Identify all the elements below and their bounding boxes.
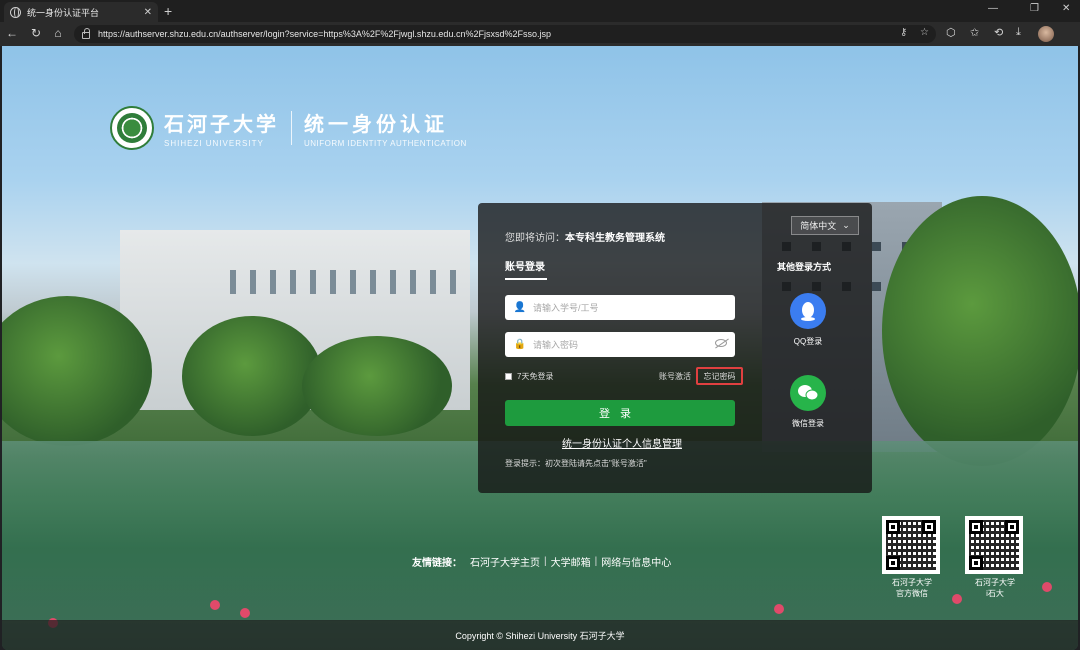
visit-prefix: 您即将访问：: [505, 233, 565, 244]
favorites-icon[interactable]: ✩: [970, 26, 979, 39]
logo-divider: [291, 111, 292, 145]
qr-caption-line1: 石河子大学: [892, 578, 932, 587]
link-university-mail[interactable]: 大学邮箱: [551, 554, 591, 569]
language-select[interactable]: 简体中文 ⌄: [791, 216, 859, 235]
background-tree: [882, 196, 1078, 466]
wechat-login-label: 微信登录: [792, 419, 824, 428]
other-login-title: 其他登录方式: [777, 262, 832, 272]
qr-official-wechat: 石河子大学 官方微信: [882, 516, 942, 599]
system-name-en: UNIFORM IDENTITY AUTHENTICATION: [304, 139, 467, 148]
restore-icon[interactable]: ❐: [1030, 3, 1039, 14]
background-flower: [210, 600, 220, 610]
url-text: https://authserver.shzu.edu.cn/authserve…: [98, 29, 551, 39]
visit-system-name: 本专科生教务管理系统: [565, 233, 665, 244]
extensions-icon[interactable]: ⬡: [946, 26, 956, 39]
refresh-icon[interactable]: ↻: [28, 26, 44, 40]
forgot-password-link[interactable]: 忘记密码: [696, 367, 743, 385]
close-tab-icon[interactable]: ✕: [144, 7, 152, 18]
activate-account-link[interactable]: 账号激活: [659, 371, 691, 382]
close-window-icon[interactable]: ✕: [1062, 3, 1070, 14]
favorite-star-icon[interactable]: ☆: [920, 27, 929, 38]
qr-ishida: 石河子大学 i石大: [965, 516, 1025, 599]
home-icon[interactable]: ⌂: [50, 26, 66, 40]
background-flower: [774, 604, 784, 614]
browser-tab-bar: 统一身份认证平台 ✕ + — ❐ ✕: [0, 0, 1080, 22]
browser-toolbar: ← ↻ ⌂ https://authserver.shzu.edu.cn/aut…: [0, 22, 1080, 46]
remember-checkbox[interactable]: [505, 373, 512, 380]
globe-icon: [10, 6, 21, 18]
chevron-down-icon: ⌄: [842, 220, 850, 230]
language-label: 简体中文: [800, 221, 837, 231]
qr-caption-line2: i石大: [986, 589, 1004, 598]
qr-caption-line2: 官方微信: [896, 589, 928, 598]
qr-code-image: [965, 516, 1023, 574]
friendly-links: 友情链接： 石河子大学主页 | 大学邮箱 | 网络与信息中心: [412, 554, 672, 569]
visit-target: 您即将访问：本专科生教务管理系统: [505, 229, 665, 244]
wechat-icon[interactable]: [790, 375, 826, 411]
username-input[interactable]: [533, 302, 735, 313]
background-flower: [952, 594, 962, 604]
address-bar[interactable]: https://authserver.shzu.edu.cn/authserve…: [74, 25, 936, 43]
browser-tab[interactable]: 统一身份认证平台 ✕: [4, 2, 158, 22]
active-tab-indicator: [505, 278, 547, 280]
copyright-bar: Copyright © Shihezi University 石河子大学: [2, 620, 1078, 650]
login-panel: 简体中文 ⌄ 您即将访问：本专科生教务管理系统 账号登录 👤 🔒 7天免登录 账…: [478, 203, 872, 493]
tab-title: 统一身份认证平台: [27, 7, 100, 18]
lock-icon: [82, 27, 90, 39]
background-tree: [182, 316, 322, 436]
university-name-en: SHIHEZI UNIVERSITY: [164, 139, 264, 148]
background-tree: [302, 336, 452, 436]
password-input[interactable]: [533, 339, 735, 350]
university-seal-icon: [110, 106, 154, 150]
key-icon[interactable]: ⚷: [900, 27, 907, 38]
username-field[interactable]: 👤: [505, 295, 735, 320]
new-tab-button[interactable]: +: [164, 3, 172, 19]
history-icon[interactable]: ⟲: [994, 26, 1003, 39]
user-icon: 👤: [513, 302, 527, 313]
profile-avatar[interactable]: [1038, 26, 1054, 42]
remember-label: 7天免登录: [517, 372, 554, 381]
minimize-icon[interactable]: —: [988, 3, 998, 14]
eye-off-icon[interactable]: [715, 339, 727, 347]
login-button[interactable]: 登录: [505, 400, 735, 426]
qr-caption-line1: 石河子大学: [975, 578, 1015, 587]
system-name-cn: 统一身份认证: [304, 114, 448, 136]
link-network-center[interactable]: 网络与信息中心: [601, 554, 671, 569]
tab-account-login[interactable]: 账号登录: [505, 258, 545, 273]
qq-icon[interactable]: [790, 293, 826, 329]
background-flower: [1042, 582, 1052, 592]
qq-login-label: QQ登录: [793, 337, 823, 346]
university-logo: 石河子大学 SHIHEZI UNIVERSITY 统一身份认证 UNIFORM …: [110, 106, 467, 150]
login-page: 石河子大学 SHIHEZI UNIVERSITY 统一身份认证 UNIFORM …: [2, 46, 1078, 650]
remember-me[interactable]: 7天免登录: [505, 371, 553, 382]
university-name-cn: 石河子大学: [164, 112, 279, 136]
copyright-text: Copyright © Shihezi University 石河子大学: [455, 630, 625, 641]
login-hint: 登录提示：初次登陆请先点击"账号激活": [505, 459, 647, 468]
qr-code-image: [882, 516, 940, 574]
back-icon[interactable]: ←: [4, 26, 20, 40]
wechat-login-button[interactable]: 微信登录: [788, 375, 828, 429]
background-flower: [240, 608, 250, 618]
friendly-links-label: 友情链接：: [412, 558, 462, 569]
download-icon[interactable]: ⤓: [1016, 26, 1021, 39]
password-field[interactable]: 🔒: [505, 332, 735, 357]
personal-info-management-link[interactable]: 统一身份认证个人信息管理: [562, 435, 682, 450]
link-university-home[interactable]: 石河子大学主页: [470, 554, 540, 569]
qq-login-button[interactable]: QQ登录: [788, 293, 828, 347]
lock-icon: 🔒: [513, 339, 527, 350]
